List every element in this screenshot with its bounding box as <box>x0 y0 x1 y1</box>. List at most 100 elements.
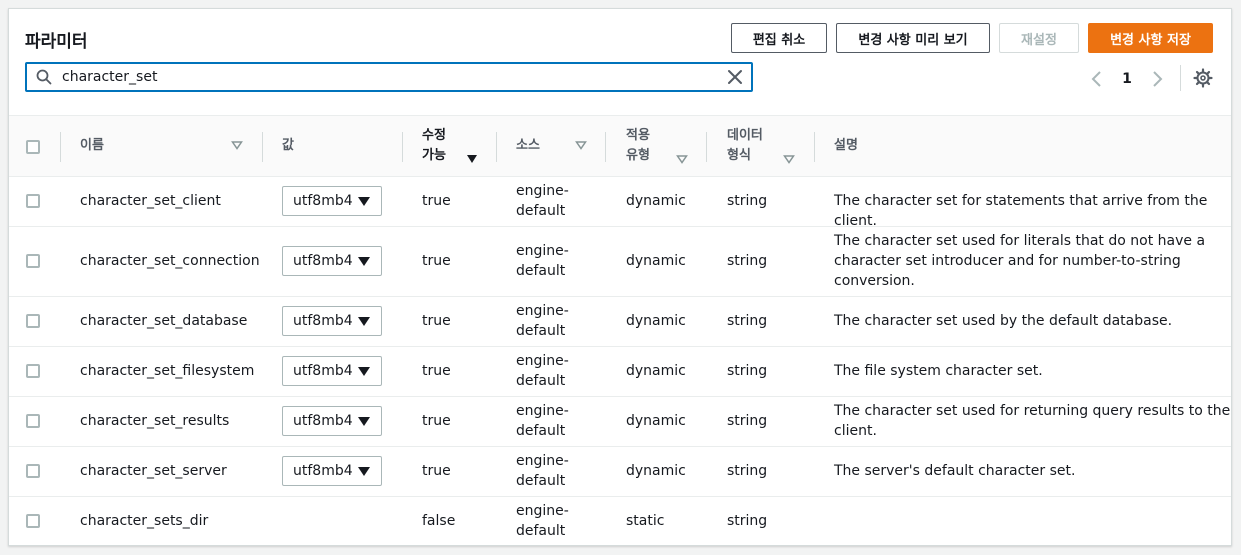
column-apply-type[interactable]: 적용 유형 <box>626 116 650 176</box>
modifiable-value: true <box>422 413 451 429</box>
apply-type-value: dynamic <box>626 193 686 209</box>
parameter-name: character_set_client <box>80 193 221 209</box>
source-line: engine- <box>516 503 569 519</box>
column-modifiable-line2: 가능 <box>422 148 446 163</box>
value-select-label: utf8mb4 <box>293 193 353 209</box>
source-line: engine- <box>516 183 569 199</box>
column-value[interactable]: 값 <box>282 116 294 176</box>
source-line: default <box>516 473 566 489</box>
value-select[interactable]: utf8mb4 <box>282 356 382 386</box>
description-value: The character set used by the default da… <box>834 311 1172 331</box>
caret-down-icon <box>358 317 370 326</box>
row-checkbox[interactable] <box>26 194 40 208</box>
caret-down-icon <box>358 197 370 206</box>
data-type-value: string <box>727 313 768 329</box>
source-line: engine- <box>516 243 569 259</box>
source-line: engine- <box>516 303 569 319</box>
data-type-value: string <box>727 193 768 209</box>
row-checkbox[interactable] <box>26 514 40 528</box>
reset-button[interactable]: 재설정 <box>999 23 1079 53</box>
value-select[interactable]: utf8mb4 <box>282 246 382 276</box>
sort-caret-icon[interactable] <box>575 139 587 151</box>
source-value: engine-default <box>516 351 569 391</box>
description-line: The character set used for returning que… <box>834 403 1231 419</box>
row-checkbox[interactable] <box>26 464 40 478</box>
sort-caret-icon[interactable] <box>676 153 688 165</box>
page-title: 파라미터 <box>25 32 88 52</box>
search-input[interactable]: character_set <box>62 69 157 85</box>
value-select-label: utf8mb4 <box>293 463 353 479</box>
row-checkbox[interactable] <box>26 364 40 378</box>
modifiable-value: true <box>422 363 451 379</box>
select-all-checkbox[interactable] <box>26 140 40 154</box>
apply-type-value: dynamic <box>626 413 686 429</box>
page-number[interactable]: 1 <box>1120 69 1134 89</box>
column-name[interactable]: 이름 <box>80 116 104 176</box>
description-value: The character set used for literals that… <box>834 231 1205 291</box>
table-row: character_set_results utf8mb4 true engine-d… <box>9 397 1231 447</box>
column-data-type-line2: 형식 <box>727 148 751 163</box>
parameters-panel: 파라미터 편집 취소 변경 사항 미리 보기 재설정 변경 사항 저장 char… <box>8 8 1232 546</box>
description-line: The file system character set. <box>834 363 1043 379</box>
value-select[interactable]: utf8mb4 <box>282 456 382 486</box>
column-apply-type-line2: 유형 <box>626 148 650 163</box>
caret-down-icon <box>358 417 370 426</box>
chevron-left-icon[interactable] <box>1090 69 1104 89</box>
value-select[interactable]: utf8mb4 <box>282 186 382 216</box>
apply-type-value: dynamic <box>626 313 686 329</box>
value-select[interactable]: utf8mb4 <box>282 406 382 436</box>
gear-icon[interactable] <box>1193 68 1213 88</box>
column-description[interactable]: 설명 <box>834 116 858 176</box>
sort-caret-icon[interactable] <box>231 139 243 151</box>
column-source[interactable]: 소스 <box>516 116 540 176</box>
modifiable-value: false <box>422 513 456 529</box>
source-line: default <box>516 203 566 219</box>
modifiable-value: true <box>422 313 451 329</box>
row-checkbox[interactable] <box>26 414 40 428</box>
table-row: character_set_client utf8mb4 true engine-de… <box>9 177 1231 229</box>
column-modifiable-line1: 수정 <box>422 128 446 143</box>
source-value: engine-default <box>516 401 569 441</box>
sort-caret-icon[interactable] <box>783 153 795 165</box>
column-data-type-line1: 데이터 <box>727 128 763 143</box>
column-apply-type-line1: 적용 <box>626 128 650 143</box>
parameter-name: character_sets_dir <box>80 513 209 529</box>
source-line: default <box>516 323 566 339</box>
data-type-value: string <box>727 363 768 379</box>
source-line: default <box>516 373 566 389</box>
modifiable-value: true <box>422 463 451 479</box>
row-checkbox[interactable] <box>26 314 40 328</box>
parameter-name: character_set_filesystem <box>80 363 255 379</box>
row-checkbox[interactable] <box>26 254 40 268</box>
parameter-name: character_set_connection <box>80 253 260 269</box>
parameter-name: character_set_database <box>80 313 248 329</box>
data-type-value: string <box>727 463 768 479</box>
sort-caret-icon[interactable] <box>466 153 478 165</box>
source-line: default <box>516 423 566 439</box>
value-select[interactable]: utf8mb4 <box>282 306 382 336</box>
source-value: engine-default <box>516 501 569 541</box>
column-data-type[interactable]: 데이터 형식 <box>727 116 763 176</box>
save-changes-button[interactable]: 변경 사항 저장 <box>1088 23 1213 53</box>
source-line: engine- <box>516 453 569 469</box>
chevron-right-icon[interactable] <box>1150 69 1164 89</box>
data-type-value: string <box>727 413 768 429</box>
data-type-value: string <box>727 253 768 269</box>
description-line: The character set for statements that ar… <box>834 193 1208 229</box>
description-line: The server's default character set. <box>834 463 1076 479</box>
value-select-label: utf8mb4 <box>293 363 353 379</box>
caret-down-icon <box>358 257 370 266</box>
apply-type-value: dynamic <box>626 363 686 379</box>
description-line: The character set used by the default da… <box>834 313 1173 329</box>
search-field[interactable]: character_set <box>25 62 753 92</box>
source-value: engine-default <box>516 301 569 341</box>
preview-changes-button[interactable]: 변경 사항 미리 보기 <box>836 23 990 53</box>
search-icon <box>36 69 52 85</box>
column-modifiable[interactable]: 수정 가능 <box>422 116 446 176</box>
description-value: The character set used for returning que… <box>834 401 1230 441</box>
table-row: character_set_connection utf8mb4 true engin… <box>9 227 1231 297</box>
close-icon[interactable] <box>727 69 743 85</box>
cancel-edit-button[interactable]: 편집 취소 <box>731 23 827 53</box>
table-header: 이름 값 수정 가능 소스 적용 유형 데이터 형식 설명 <box>9 115 1231 177</box>
description-line: character set introducer and for number-… <box>834 253 1181 269</box>
